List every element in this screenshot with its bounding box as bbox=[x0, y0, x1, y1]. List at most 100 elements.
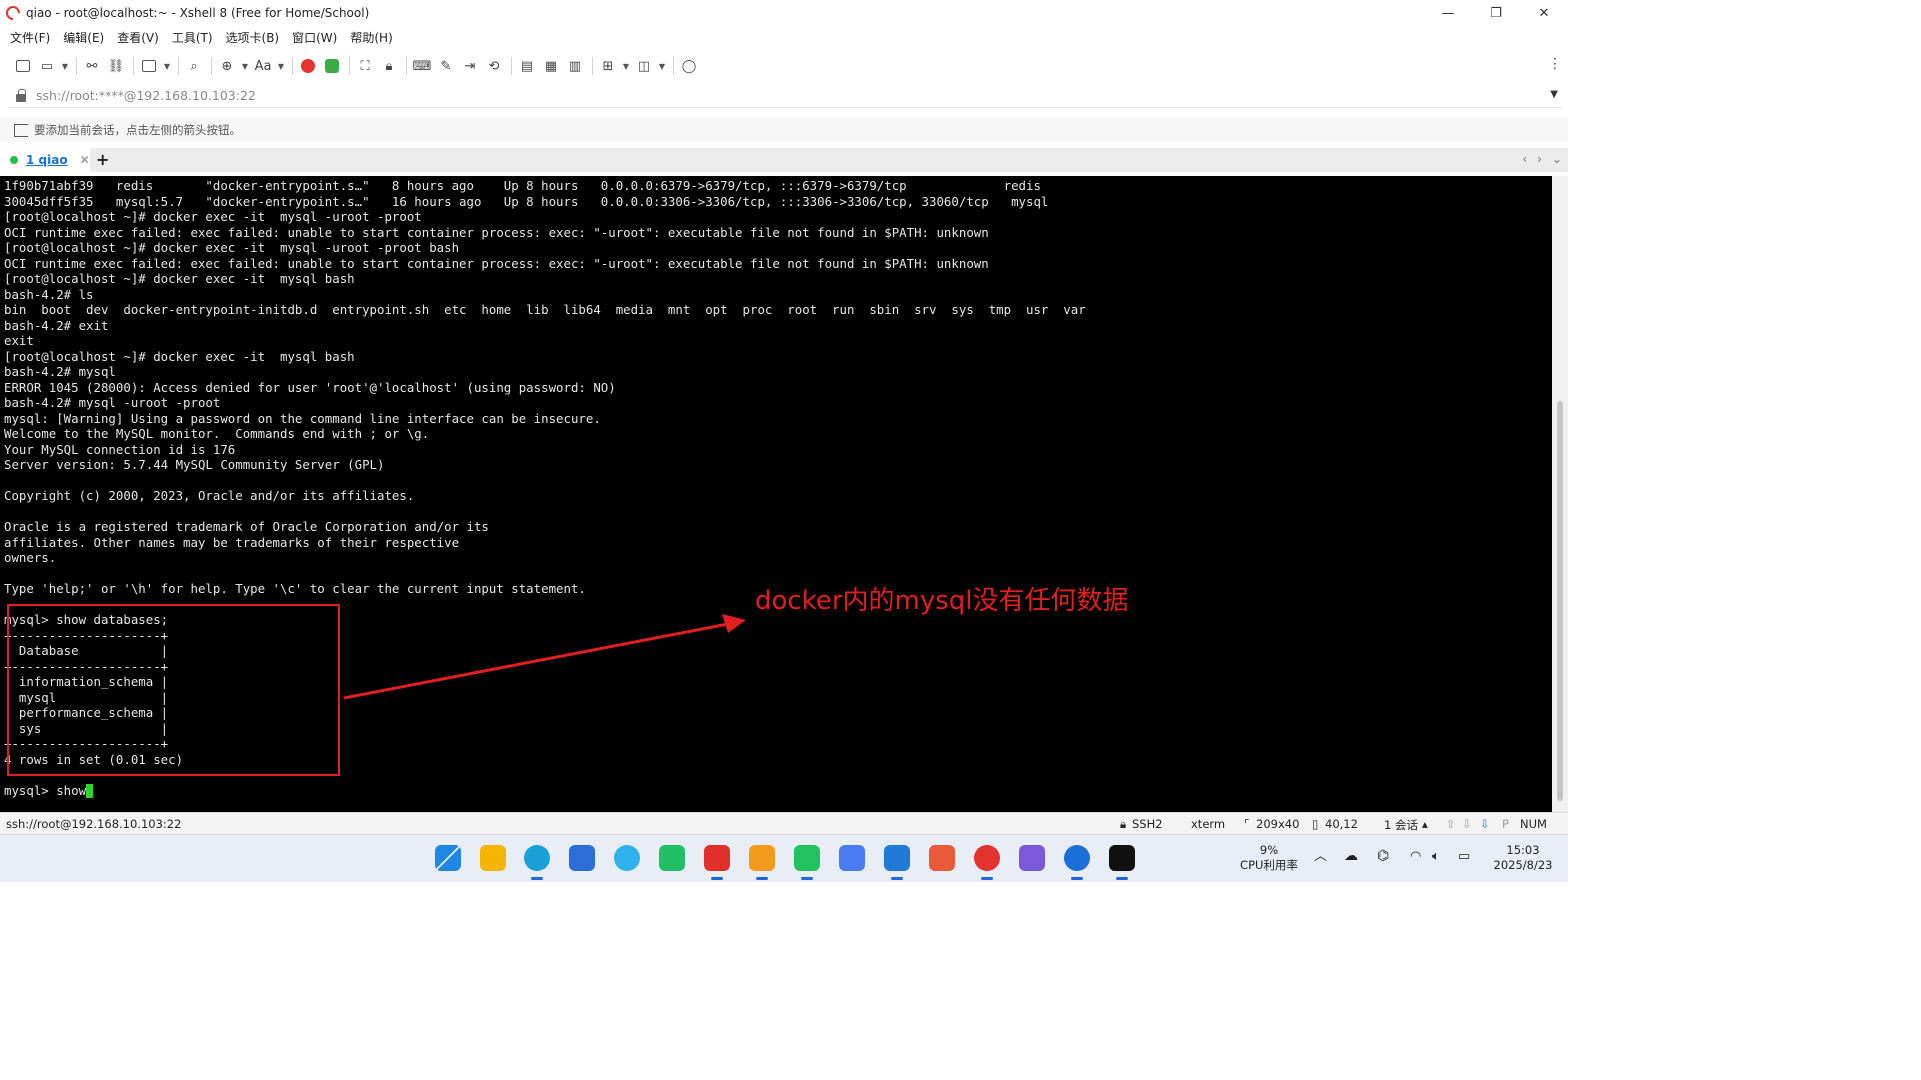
lock-icon[interactable]: 🔒︎ bbox=[378, 55, 400, 77]
minimize-button[interactable]: — bbox=[1424, 0, 1472, 26]
transfer-arrow-icon: ⇩ bbox=[1480, 817, 1490, 831]
app-purple-icon[interactable] bbox=[1019, 845, 1045, 871]
sessions-dropdown-icon[interactable]: ▴ bbox=[1422, 817, 1428, 831]
xftp-green-icon[interactable] bbox=[321, 55, 343, 77]
windows-taskbar: 9% CPU利用率 ︿ ☁ ⌬ ◠ 🔈︎ ▭ 15:03 2025/8/23 bbox=[0, 834, 1568, 882]
log-icon[interactable]: ▤ bbox=[516, 55, 538, 77]
add-tab-button[interactable]: + bbox=[96, 150, 109, 169]
wifi-icon[interactable]: ◠ bbox=[1410, 849, 1421, 864]
cpu-usage-widget[interactable]: 9% CPU利用率 bbox=[1236, 843, 1302, 873]
menu-tabs[interactable]: 选项卡(B) bbox=[226, 29, 280, 46]
terminal-line: [root@localhost ~]# docker exec -it mysq… bbox=[4, 240, 460, 255]
maximize-button[interactable]: ❐ bbox=[1472, 0, 1520, 26]
transfer-icon[interactable]: ▦ bbox=[540, 55, 562, 77]
vscode-icon[interactable] bbox=[884, 845, 910, 880]
add-layout-dropdown-icon[interactable]: ▼ bbox=[621, 55, 631, 77]
open-folder-icon[interactable]: ▭ bbox=[36, 55, 58, 77]
add-session-arrow-icon[interactable] bbox=[14, 123, 28, 137]
lock-icon bbox=[16, 88, 26, 102]
globe-icon[interactable]: ⊕ bbox=[216, 55, 238, 77]
menu-help[interactable]: 帮助(H) bbox=[350, 29, 392, 46]
menu-view[interactable]: 查看(V) bbox=[117, 29, 159, 46]
cpu-label: CPU利用率 bbox=[1240, 858, 1298, 872]
app-orange-icon[interactable] bbox=[749, 845, 775, 880]
add-layout-icon[interactable]: ⊞ bbox=[597, 55, 619, 77]
address-url[interactable]: ssh://root:****@192.168.10.103:22 bbox=[36, 88, 256, 103]
messenger-icon[interactable] bbox=[659, 845, 685, 871]
notes-icon[interactable]: ▥ bbox=[564, 55, 586, 77]
open-dropdown-icon[interactable]: ▼ bbox=[60, 55, 70, 77]
terminal-cursor bbox=[86, 783, 94, 798]
intellij-idea-icon[interactable] bbox=[1109, 845, 1135, 880]
clock-widget[interactable]: 15:03 2025/8/23 bbox=[1488, 843, 1558, 873]
split-layout-icon[interactable]: ◫ bbox=[633, 55, 655, 77]
terminal-line: [root@localhost ~]# docker exec -it mysq… bbox=[4, 348, 355, 364]
font-dropdown-icon[interactable]: ▼ bbox=[276, 55, 286, 77]
battery-icon[interactable]: ▭ bbox=[1458, 849, 1470, 864]
edge-browser-icon[interactable] bbox=[524, 845, 550, 880]
status-sessions[interactable]: 1 会话 bbox=[1384, 817, 1418, 833]
toolbar: ▭ ▼ ⚯ ⛓ ▼ ⌕ ⊕ ▼ Aa ▼ ⛶ 🔒︎ ⌨ ✎ ⇥ ⟲ ▤ ▦ ▥ … bbox=[0, 52, 1568, 80]
annotation-text: docker内的mysql没有任何数据 bbox=[755, 586, 1129, 616]
new-session-icon[interactable] bbox=[12, 55, 34, 77]
terminal-prompt-line[interactable]: mysql> show bbox=[4, 783, 1552, 799]
status-cursor-icon: ▯ bbox=[1312, 817, 1319, 831]
send-file-icon[interactable]: ⇥ bbox=[459, 55, 481, 77]
window-controls: — ❐ ✕ bbox=[1424, 0, 1568, 26]
terminal-scrollbar[interactable] bbox=[1552, 176, 1568, 812]
search-icon[interactable]: ⌕ bbox=[183, 55, 205, 77]
terminal-line: ERROR 1045 (28000): Access denied for us… bbox=[4, 379, 616, 395]
address-dropdown-icon[interactable]: ▼ bbox=[1550, 89, 1558, 100]
menu-edit[interactable]: 编辑(E) bbox=[63, 29, 104, 46]
notes-app-icon[interactable] bbox=[839, 845, 865, 871]
chevron-left-icon[interactable]: ‹ bbox=[1522, 152, 1527, 166]
new-tab-dropdown-icon[interactable]: ▼ bbox=[162, 55, 172, 77]
tab-navigation: ‹ › ⌄ bbox=[1522, 152, 1562, 166]
download-arrow-icon: ⇩ bbox=[1462, 817, 1472, 831]
tab-session-qiao[interactable]: 1 qiao ✕ bbox=[0, 148, 90, 172]
xshell-taskbar-icon[interactable] bbox=[974, 845, 1000, 880]
terminal-line: Oracle is a registered trademark of Orac… bbox=[4, 519, 489, 534]
keyboard-icon[interactable]: ⌨ bbox=[411, 55, 433, 77]
file-explorer-icon[interactable] bbox=[480, 845, 506, 871]
fullscreen-icon[interactable]: ⛶ bbox=[354, 55, 376, 77]
chat-icon[interactable]: ◯ bbox=[678, 55, 700, 77]
browser-e-icon[interactable] bbox=[614, 845, 640, 871]
pen-icon[interactable]: ✎ bbox=[435, 55, 457, 77]
toolbar-separator bbox=[349, 57, 350, 75]
encoding-dropdown-icon[interactable]: ▼ bbox=[240, 55, 250, 77]
tab-bar: 1 qiao ✕ + ‹ › ⌄ bbox=[0, 148, 1568, 172]
script-icon[interactable]: ⟲ bbox=[483, 55, 505, 77]
connect-icon[interactable]: ⚯ bbox=[81, 55, 103, 77]
chevron-up-icon[interactable]: ︿ bbox=[1314, 849, 1327, 864]
windows-start-icon[interactable] bbox=[435, 845, 461, 871]
terminal-line: Your MySQL connection id is 176 bbox=[4, 441, 236, 457]
tab-close-icon[interactable]: ✕ bbox=[80, 153, 90, 167]
cloud-icon[interactable]: ☁ bbox=[1344, 849, 1358, 864]
volume-icon[interactable]: 🔈︎ bbox=[1432, 849, 1440, 864]
terminal-line: owners. bbox=[4, 550, 57, 565]
disconnect-icon[interactable]: ⛓ bbox=[105, 55, 127, 77]
tab-label[interactable]: 1 qiao bbox=[26, 153, 68, 167]
menu-window[interactable]: 窗口(W) bbox=[292, 29, 337, 46]
menu-file[interactable]: 文件(F) bbox=[10, 29, 50, 46]
wechat-icon[interactable] bbox=[794, 845, 820, 880]
xshell-red-icon[interactable] bbox=[297, 55, 319, 77]
chevron-right-icon[interactable]: › bbox=[1537, 152, 1542, 166]
hint-text: 要添加当前会话，点击左侧的箭头按钮。 bbox=[34, 123, 241, 137]
store-icon[interactable] bbox=[569, 845, 595, 871]
chevron-down-icon[interactable]: ⌄ bbox=[1552, 152, 1562, 166]
address-bar[interactable]: ssh://root:****@192.168.10.103:22 ▼ bbox=[8, 84, 1562, 108]
more-options-icon[interactable]: ⋮ bbox=[1548, 56, 1562, 72]
new-tab-icon[interactable] bbox=[138, 55, 160, 77]
close-button[interactable]: ✕ bbox=[1520, 0, 1568, 26]
ime-icon[interactable]: ⌬ bbox=[1377, 849, 1389, 864]
wps-office-icon[interactable] bbox=[704, 845, 730, 880]
scrollbar-thumb[interactable] bbox=[1557, 401, 1563, 801]
split-dropdown-icon[interactable]: ▼ bbox=[657, 55, 667, 77]
font-icon[interactable]: Aa bbox=[252, 55, 274, 77]
git-icon[interactable] bbox=[929, 845, 955, 871]
cpu-percent: 9% bbox=[1259, 843, 1279, 857]
menu-tools[interactable]: 工具(T) bbox=[172, 29, 213, 46]
app-blue-arrow-icon[interactable] bbox=[1064, 845, 1090, 880]
